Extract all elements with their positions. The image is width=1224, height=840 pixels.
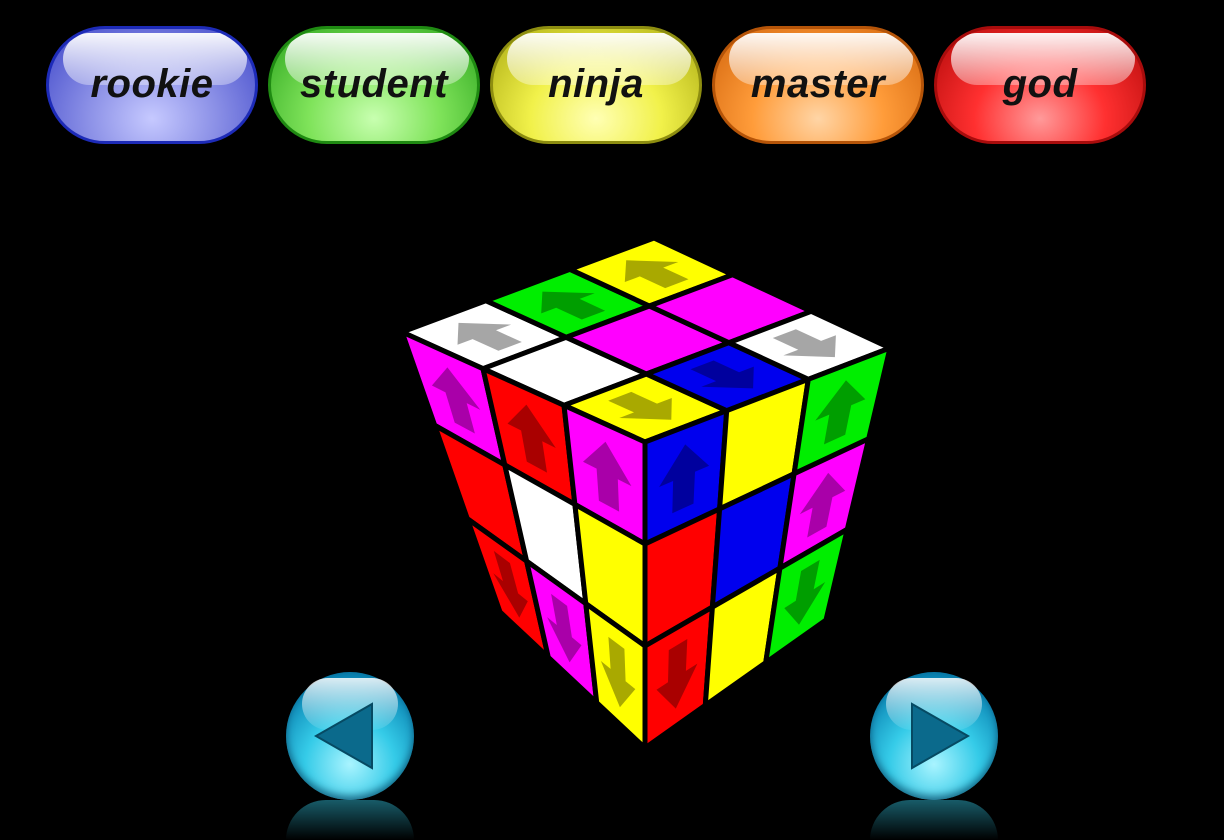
triangle-left-icon: [313, 702, 373, 770]
level-button-master[interactable]: master: [712, 26, 924, 144]
level-label-student: student: [300, 62, 448, 106]
level-button-god[interactable]: god: [934, 26, 1146, 144]
triangle-right-icon: [911, 702, 971, 770]
cube-graphic[interactable]: [380, 220, 920, 760]
level-button-ninja[interactable]: ninja: [490, 26, 702, 144]
next-button[interactable]: [870, 672, 998, 800]
level-label-ninja: ninja: [548, 62, 644, 106]
previous-button-reflection: [286, 800, 414, 840]
level-label-god: god: [1002, 62, 1078, 106]
level-button-rookie[interactable]: rookie: [46, 26, 258, 144]
puzzle-cube[interactable]: [380, 220, 920, 760]
level-label-master: master: [750, 62, 886, 106]
next-button-reflection: [870, 800, 998, 840]
level-selector: rookie student ninja master god: [0, 0, 1224, 170]
level-button-student[interactable]: student: [268, 26, 480, 144]
level-label-rookie: rookie: [90, 62, 214, 106]
previous-button[interactable]: [286, 672, 414, 800]
